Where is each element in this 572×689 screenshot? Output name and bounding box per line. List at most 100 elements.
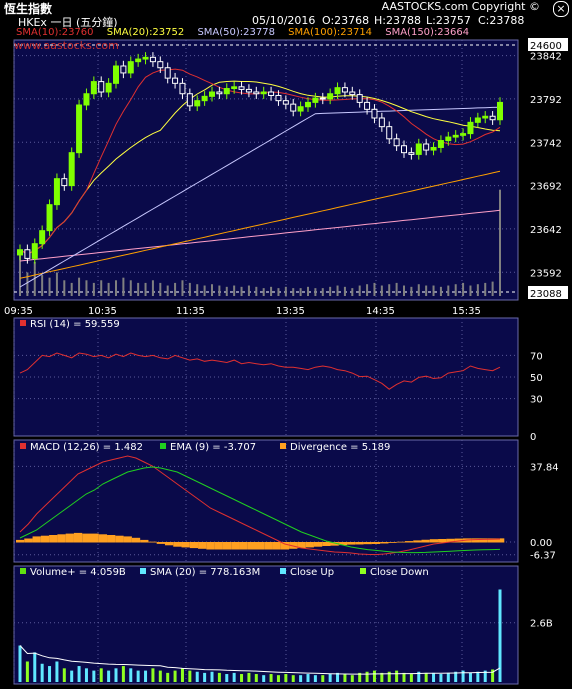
volume-bar bbox=[62, 668, 66, 682]
volume-bar bbox=[247, 672, 251, 682]
close-up-label: Close Up bbox=[290, 567, 334, 578]
volume-bar bbox=[144, 670, 148, 682]
macd-legend-swatch bbox=[20, 443, 26, 449]
min-marker-label: 23088 bbox=[530, 289, 562, 300]
candle-body bbox=[135, 58, 142, 63]
price-volume-bar bbox=[63, 280, 66, 296]
volume-bar bbox=[33, 652, 37, 682]
volume-bar bbox=[121, 666, 125, 682]
price-volume-bar bbox=[196, 284, 199, 296]
macd-tick-label: 37.84 bbox=[530, 462, 559, 473]
divergence-bar bbox=[322, 542, 331, 546]
price-volume-bar bbox=[403, 285, 405, 296]
price-volume-bar bbox=[41, 275, 44, 296]
candle-body bbox=[312, 97, 319, 103]
candle-body bbox=[17, 249, 23, 256]
divergence-bar bbox=[140, 539, 149, 543]
volume-bar bbox=[446, 672, 450, 682]
price-volume-bar bbox=[122, 277, 125, 296]
divergence-label: Divergence = 5.189 bbox=[290, 442, 390, 453]
close-value: C:23788 bbox=[478, 14, 525, 27]
divergence-legend-swatch bbox=[280, 443, 286, 449]
watermark-text: www.aastocks.com bbox=[14, 39, 119, 52]
candle-body bbox=[356, 94, 363, 103]
price-tick-label: 23592 bbox=[530, 268, 562, 279]
candle-body bbox=[53, 178, 60, 206]
price-volume-bar bbox=[343, 286, 346, 296]
candle-body bbox=[105, 82, 112, 93]
vol-panel bbox=[13, 565, 519, 685]
candle-body bbox=[172, 77, 179, 84]
candle-body bbox=[83, 93, 90, 106]
divergence-bar bbox=[206, 542, 215, 550]
candle-body bbox=[401, 145, 407, 154]
rsi-label: RSI (14) = 59.559 bbox=[30, 319, 120, 330]
candle-body bbox=[179, 82, 186, 95]
price-volume-bar bbox=[410, 286, 413, 296]
volume-bar bbox=[254, 674, 258, 682]
price-volume-bar bbox=[395, 282, 398, 296]
price-volume-bar bbox=[432, 285, 435, 296]
sma150-label: SMA(150):23664 bbox=[385, 27, 470, 38]
volume-bar bbox=[92, 670, 96, 682]
divergence-bar bbox=[198, 542, 207, 549]
candle-body bbox=[76, 104, 83, 154]
price-volume-bar bbox=[373, 282, 376, 296]
candle-body bbox=[253, 91, 260, 95]
volume-bar bbox=[276, 675, 280, 682]
volume-bar bbox=[203, 672, 207, 682]
divergence-bar bbox=[222, 542, 232, 550]
volume-bar bbox=[107, 670, 111, 682]
divergence-bar bbox=[65, 533, 74, 543]
price-volume-bar bbox=[85, 280, 88, 296]
candle-body bbox=[430, 146, 437, 151]
candle-body bbox=[364, 101, 371, 110]
divergence-bar bbox=[164, 542, 174, 546]
close-down-swatch bbox=[360, 568, 366, 574]
sma50-label: SMA(50):23778 bbox=[197, 27, 275, 38]
rsi-legend-swatch bbox=[20, 320, 26, 326]
price-volume-bar bbox=[321, 288, 324, 296]
candle-body bbox=[275, 94, 282, 102]
candle-body bbox=[327, 93, 334, 100]
sma-legend: SMA(10):23760 SMA(20):23752 SMA(50):2377… bbox=[16, 27, 479, 38]
price-volume-bar bbox=[484, 282, 487, 296]
rsi-tick-label: 50 bbox=[530, 373, 543, 384]
price-tick-label: 23842 bbox=[530, 52, 562, 63]
candle-body bbox=[497, 101, 503, 121]
candle-body bbox=[474, 117, 481, 123]
volume-bar bbox=[291, 675, 295, 682]
candle-body bbox=[223, 88, 230, 95]
price-volume-bar bbox=[499, 189, 501, 296]
time-tick-label: 11:35 bbox=[176, 306, 205, 317]
time-tick-label: 14:35 bbox=[366, 306, 395, 317]
price-volume-bar bbox=[166, 285, 169, 296]
price-volume-bar bbox=[144, 282, 147, 296]
divergence-bar bbox=[380, 542, 389, 544]
volume-bar bbox=[129, 668, 133, 682]
price-volume-bar bbox=[262, 288, 265, 296]
close-icon[interactable]: × bbox=[553, 1, 569, 17]
price-volume-bar bbox=[447, 285, 450, 296]
divergence-bar bbox=[421, 539, 430, 543]
divergence-bar bbox=[404, 541, 414, 543]
price-volume-bar bbox=[270, 286, 273, 296]
candle-body bbox=[386, 126, 393, 140]
divergence-bar bbox=[107, 535, 116, 543]
candle-body bbox=[142, 56, 149, 60]
volume-bar bbox=[321, 675, 325, 682]
candle-body bbox=[231, 86, 238, 90]
volume-bar bbox=[158, 670, 162, 682]
volume-bar bbox=[439, 674, 443, 682]
vol-sma-label: SMA (20) = 778.163M bbox=[150, 567, 260, 578]
divergence-bar bbox=[247, 542, 257, 550]
divergence-bar bbox=[181, 542, 190, 548]
divergence-bar bbox=[98, 534, 108, 543]
sma100-label: SMA(100):23714 bbox=[288, 27, 373, 38]
candle-body bbox=[268, 91, 275, 96]
vol-tick-label: 2.6B bbox=[530, 619, 553, 630]
divergence-bar bbox=[256, 542, 265, 550]
price-volume-bar bbox=[48, 277, 51, 296]
divergence-bar bbox=[24, 538, 33, 543]
candle-body bbox=[24, 249, 31, 259]
